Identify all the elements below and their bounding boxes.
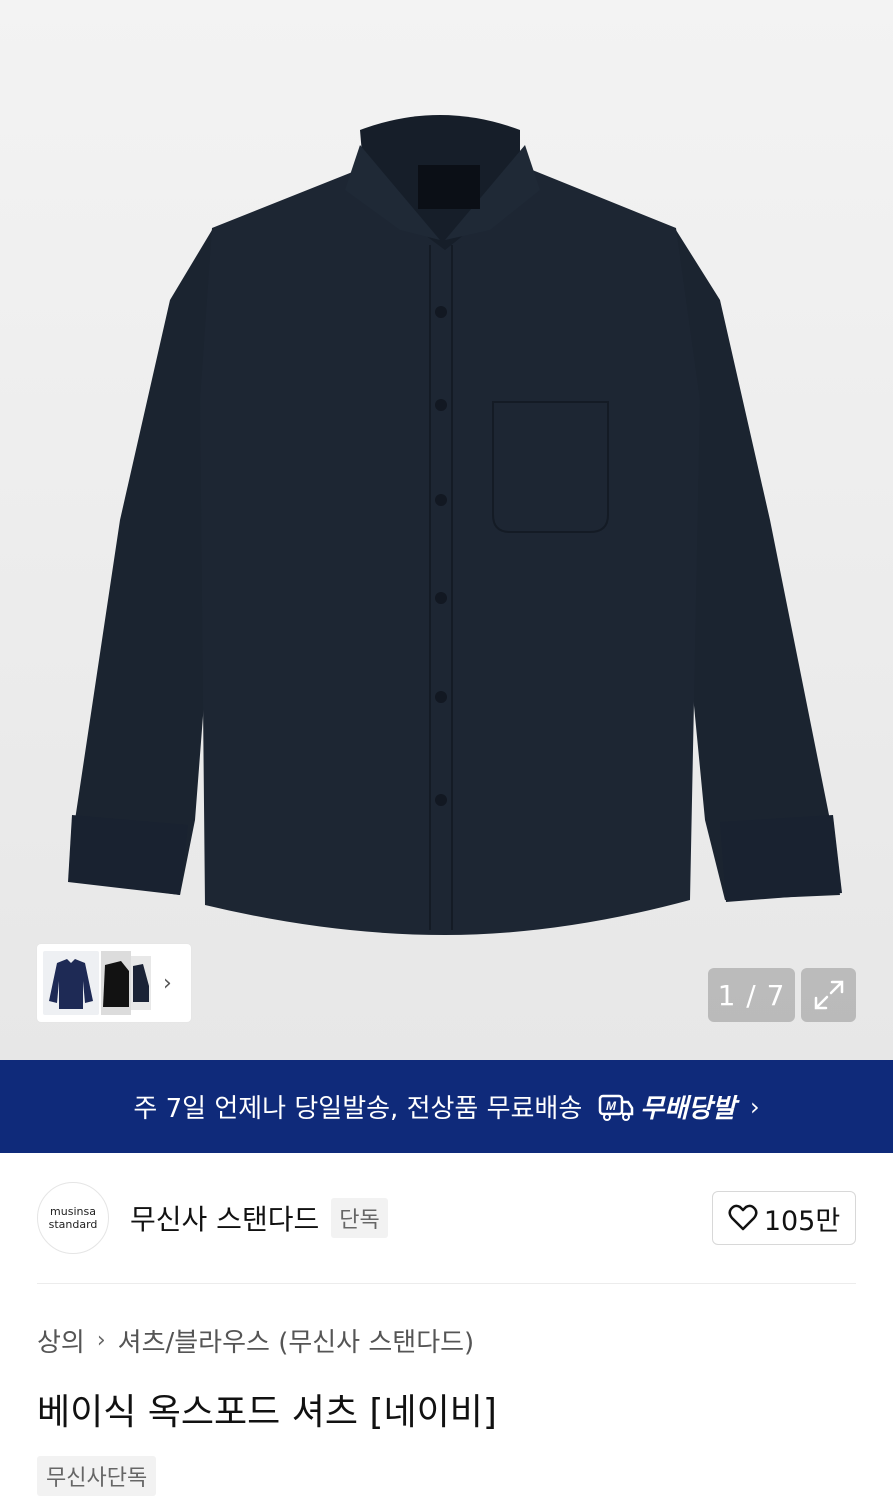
- thumbnail-front[interactable]: [43, 951, 99, 1015]
- heart-icon: [728, 1204, 758, 1231]
- shirt-thumbnail-icon: [133, 964, 149, 1002]
- chevron-right-icon: ›: [96, 1328, 106, 1353]
- brand-logo[interactable]: musinsa standard: [37, 1182, 109, 1254]
- thumbnail-detail[interactable]: [131, 956, 151, 1010]
- product-title: 베이식 옥스포드 셔츠 [네이비]: [37, 1392, 497, 1433]
- logo-line1: musinsa: [50, 1205, 96, 1218]
- thumbnail-back[interactable]: [101, 951, 131, 1015]
- brand-row: musinsa standard 무신사 스탠다드 단독 105만: [37, 1181, 856, 1255]
- like-button[interactable]: 105만: [712, 1191, 856, 1245]
- logo-line2: standard: [48, 1218, 98, 1231]
- brand-name[interactable]: 무신사 스탠다드: [130, 1198, 319, 1238]
- thumbnail-strip[interactable]: ›: [37, 944, 191, 1022]
- delivery-truck-icon: M: [599, 1094, 634, 1121]
- image-counter: 1 / 7: [708, 968, 795, 1022]
- product-image: [68, 115, 842, 935]
- svg-text:M: M: [606, 1099, 617, 1113]
- delivery-banner[interactable]: 주 7일 언제나 당일발송, 전상품 무료배송 M 무배당발 ›: [0, 1060, 893, 1153]
- chevron-right-icon: ›: [749, 1092, 760, 1121]
- exclusive-tag: 단독: [331, 1198, 388, 1238]
- breadcrumb: 상의 › 셔츠/블라우스 (무신사 스탠다드): [37, 1322, 474, 1359]
- divider: [37, 1283, 856, 1284]
- breadcrumb-level1[interactable]: 상의: [37, 1322, 85, 1359]
- chevron-right-icon[interactable]: ›: [163, 971, 172, 996]
- banner-brand: M 무배당발: [598, 1088, 736, 1125]
- shirt-thumbnail-icon: [103, 961, 129, 1007]
- product-image-gallery[interactable]: › 1 / 7: [0, 0, 893, 1060]
- banner-text: 주 7일 언제나 당일발송, 전상품 무료배송: [133, 1094, 583, 1124]
- like-count: 105만: [763, 1205, 841, 1237]
- expand-icon: [814, 980, 843, 1010]
- banner-brand-label: 무배당발: [640, 1094, 736, 1124]
- breadcrumb-level2[interactable]: 셔츠/블라우스 (무신사 스탠다드): [118, 1322, 475, 1359]
- exclusive-badge: 무신사단독: [37, 1456, 157, 1496]
- shirt-thumbnail-icon: [49, 959, 93, 1009]
- expand-button[interactable]: [801, 968, 856, 1022]
